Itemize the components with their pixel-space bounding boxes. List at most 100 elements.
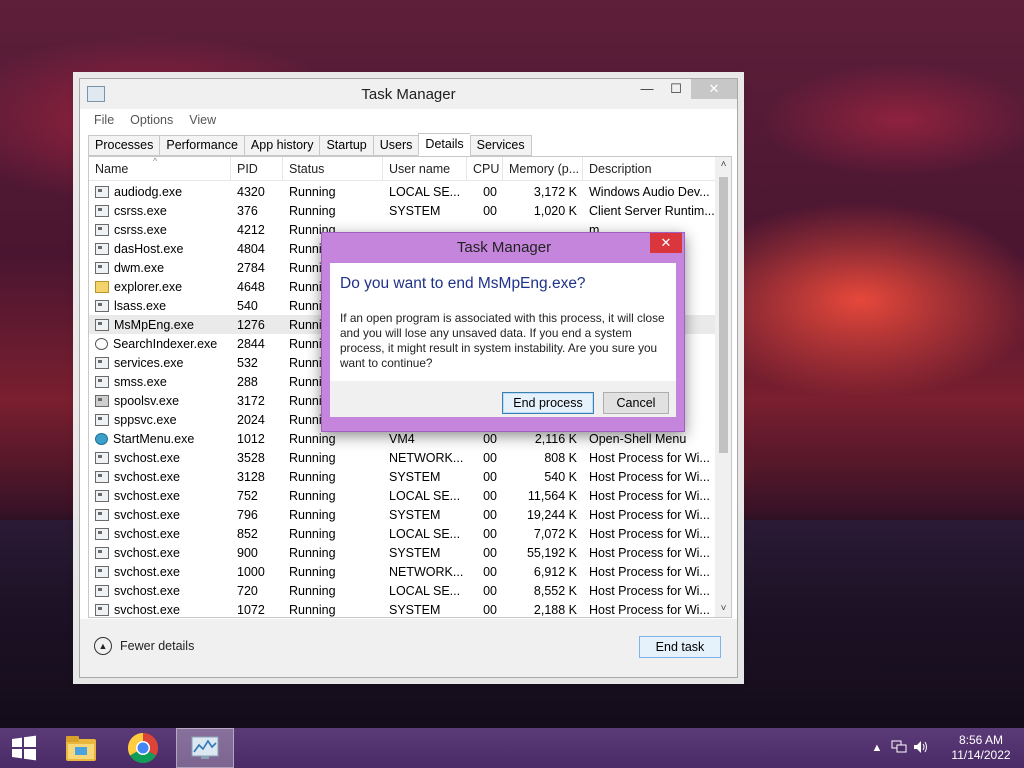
process-cpu: 00 — [483, 583, 497, 598]
taskbar: ▲ 8:56 AM 11/14/2022 — [0, 728, 1024, 768]
title-bar[interactable]: Task Manager — ☐ ✕ — [80, 79, 737, 109]
table-row[interactable]: svchost.exe 1000 Running NETWORK... 00 6,912 … — [89, 562, 715, 581]
file-explorer-taskbar-button[interactable] — [56, 728, 106, 768]
volume-icon[interactable] — [910, 740, 932, 757]
process-memory: 540 K — [544, 469, 577, 484]
process-icon — [95, 337, 108, 350]
table-row[interactable]: svchost.exe 3128 Running SYSTEM 00 540 K Host … — [89, 467, 715, 486]
scrollbar-thumb[interactable] — [719, 177, 728, 453]
start-button[interactable] — [0, 728, 48, 768]
process-status: Running — [289, 545, 336, 560]
process-pid: 4212 — [237, 222, 265, 237]
table-row[interactable]: svchost.exe 796 Running SYSTEM 00 19,244 K Hos… — [89, 505, 715, 524]
file-explorer-icon — [66, 736, 96, 761]
process-name: lsass.exe — [89, 299, 231, 313]
clock[interactable]: 8:56 AM 11/14/2022 — [938, 733, 1024, 763]
process-description: Host Process for Wi... — [589, 602, 710, 617]
table-row[interactable]: svchost.exe 3528 Running NETWORK... 00 808 K H… — [89, 448, 715, 467]
table-row[interactable]: svchost.exe 720 Running LOCAL SE... 00 8,552 … — [89, 581, 715, 600]
process-icon — [95, 299, 109, 312]
column-header-memory[interactable]: Memory (p... — [503, 157, 583, 181]
process-icon — [95, 394, 109, 407]
close-button[interactable]: ✕ — [691, 79, 737, 99]
process-cpu: 00 — [483, 488, 497, 503]
menu-options[interactable]: Options — [130, 113, 173, 127]
column-header-cpu[interactable]: CPU — [467, 157, 503, 181]
process-name-text: StartMenu.exe — [113, 431, 195, 446]
process-name-text: explorer.exe — [114, 279, 183, 294]
maximize-button[interactable]: ☐ — [663, 79, 689, 99]
process-user: SYSTEM — [389, 602, 441, 617]
process-icon — [95, 280, 109, 293]
tab-app-history[interactable]: App history — [243, 135, 320, 156]
table-row[interactable]: svchost.exe 1072 Running SYSTEM 00 2,188 K Hos… — [89, 600, 715, 617]
column-header-status[interactable]: Status — [283, 157, 383, 181]
column-header-pid[interactable]: PID — [231, 157, 283, 181]
process-cpu: 00 — [483, 469, 497, 484]
process-icon — [95, 451, 109, 464]
scroll-up-icon[interactable]: ˄ — [715, 159, 731, 170]
process-icon — [95, 375, 109, 388]
tab-details[interactable]: Details — [418, 133, 470, 156]
menu-file[interactable]: File — [94, 113, 114, 127]
end-task-button[interactable]: End task — [639, 636, 721, 658]
scroll-down-icon[interactable]: ˅ — [715, 603, 731, 614]
process-status: Running — [289, 507, 336, 522]
process-name: audiodg.exe — [89, 185, 231, 199]
process-user: SYSTEM — [389, 507, 441, 522]
process-name: svchost.exe — [89, 584, 231, 598]
process-name: svchost.exe — [89, 489, 231, 503]
process-status: Running — [289, 602, 336, 617]
cancel-button[interactable]: Cancel — [603, 392, 669, 414]
chrome-taskbar-button[interactable] — [118, 728, 168, 768]
column-header-user-name[interactable]: User name — [383, 157, 467, 181]
table-row[interactable]: csrss.exe 376 Running SYSTEM 00 1,020 K Client… — [89, 201, 715, 220]
process-cpu: 00 — [483, 450, 497, 465]
column-header-name[interactable]: ^ Name — [89, 157, 231, 181]
minimize-button[interactable]: — — [633, 79, 661, 99]
dialog-close-button[interactable]: ✕ — [650, 233, 682, 253]
process-name-text: csrss.exe — [114, 222, 167, 237]
system-tray: ▲ 8:56 AM 11/14/2022 — [866, 728, 1024, 768]
show-hidden-icons-icon[interactable]: ▲ — [866, 742, 888, 754]
process-status: Running — [289, 526, 336, 541]
menu-view[interactable]: View — [189, 113, 216, 127]
process-name-text: svchost.exe — [114, 583, 181, 598]
process-pid: 752 — [237, 488, 258, 503]
process-user: VM4 — [389, 431, 415, 446]
process-name: smss.exe — [89, 375, 231, 389]
process-memory: 8,552 K — [533, 583, 577, 598]
process-name-text: svchost.exe — [114, 526, 181, 541]
tab-performance[interactable]: Performance — [159, 135, 244, 156]
table-row[interactable]: svchost.exe 852 Running LOCAL SE... 00 7,072 … — [89, 524, 715, 543]
tab-users[interactable]: Users — [372, 135, 419, 156]
process-pid: 3128 — [237, 469, 265, 484]
end-process-button[interactable]: End process — [502, 392, 594, 414]
table-row[interactable]: svchost.exe 900 Running SYSTEM 00 55,192 K Hos… — [89, 543, 715, 562]
process-pid: 376 — [237, 203, 258, 218]
task-manager-taskbar-button[interactable] — [176, 728, 234, 768]
fewer-details-link[interactable]: ▲ Fewer details — [94, 637, 194, 655]
column-headers: ^ Name PID Status User name CPU Memory (… — [89, 157, 715, 181]
process-cpu: 00 — [483, 431, 497, 446]
network-icon[interactable] — [888, 740, 910, 757]
windows-logo-icon — [12, 735, 36, 761]
process-user: NETWORK... — [389, 450, 464, 465]
vertical-scrollbar[interactable]: ˄ ˅ — [715, 157, 731, 617]
column-header-description[interactable]: Description — [583, 157, 715, 181]
process-cpu: 00 — [483, 203, 497, 218]
process-name: spoolsv.exe — [89, 394, 231, 408]
process-pid: 720 — [237, 583, 258, 598]
process-memory: 11,564 K — [527, 488, 577, 503]
process-name: svchost.exe — [89, 470, 231, 484]
process-pid: 4648 — [237, 279, 265, 294]
process-pid: 288 — [237, 374, 258, 389]
process-icon — [95, 470, 109, 483]
table-row[interactable]: audiodg.exe 4320 Running LOCAL SE... 00 3,172… — [89, 182, 715, 201]
tab-startup[interactable]: Startup — [319, 135, 373, 156]
tab-processes[interactable]: Processes — [88, 135, 160, 156]
process-name-text: svchost.exe — [114, 507, 181, 522]
process-icon — [95, 527, 109, 540]
tab-services[interactable]: Services — [469, 135, 532, 156]
table-row[interactable]: svchost.exe 752 Running LOCAL SE... 00 11,564… — [89, 486, 715, 505]
